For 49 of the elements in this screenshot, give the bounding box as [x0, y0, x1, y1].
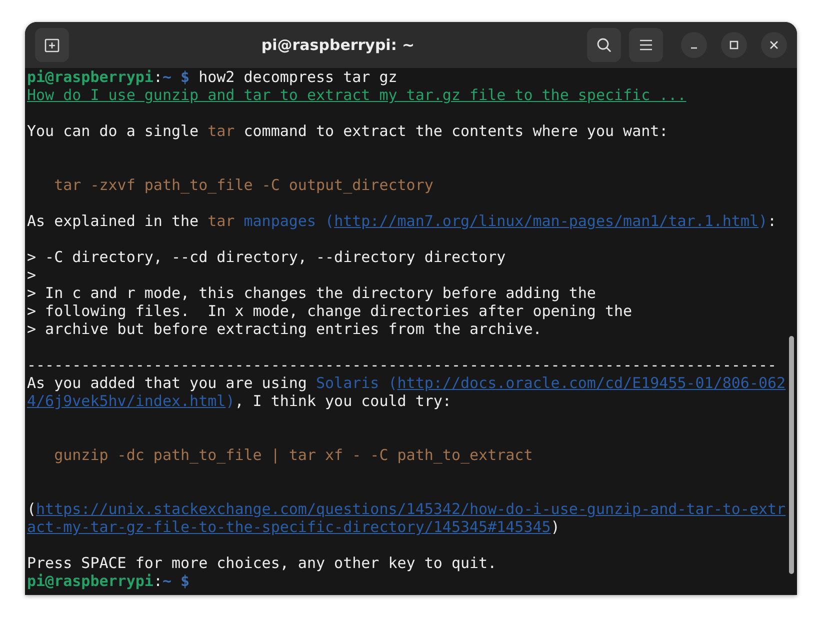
- url-link[interactable]: https://unix.stackexchange.com/questions/145342/how-do-i-use-gunzip-and-tar-to-extr: [36, 500, 786, 518]
- search-button[interactable]: [587, 28, 621, 62]
- terminal-text: >: [27, 266, 36, 284]
- terminal-text: -----------------------------------------------------------------------------------: [27, 356, 777, 374]
- prompt-user: pi@raspberrypi: [27, 572, 154, 590]
- terminal-text: > archive but before extracting entries from the archive.: [27, 320, 542, 338]
- prompt-path: ~ $: [162, 68, 190, 86]
- result-title-link[interactable]: How do I use gunzip and tar to extract my tar.gz file to the specific ...: [27, 86, 686, 104]
- maximize-icon: [729, 40, 739, 50]
- code-text: tar: [208, 122, 235, 140]
- reference-text: ): [226, 392, 235, 410]
- terminal-text: ): [550, 518, 560, 536]
- close-icon: [769, 40, 779, 50]
- terminal-text: > In c and r mode, this changes the directory before adding the: [27, 284, 596, 302]
- url-link[interactable]: 4/6j9vek5hv/index.html: [27, 392, 226, 410]
- code-text: tar -zxvf path_to_file -C output_directory: [53, 176, 434, 194]
- minimize-icon: [690, 47, 698, 49]
- reference-text: ): [758, 212, 768, 230]
- maximize-button[interactable]: [721, 32, 747, 58]
- url-link[interactable]: http://docs.oracle.com/cd/E19455-01/806-062: [397, 374, 786, 392]
- terminal-text: how2 decompress tar gz: [198, 68, 398, 86]
- terminal-text: You can do a single: [27, 122, 200, 140]
- url-link[interactable]: http://man7.org/linux/man-pages/man1/tar.1.html: [334, 212, 759, 230]
- url-link[interactable]: act-my-tar-gz-file-to-the-specific-directory/145345#145345: [27, 518, 551, 536]
- terminal-text: :: [768, 212, 777, 230]
- terminal-text: :: [153, 68, 162, 86]
- prompt-user: pi@raspberrypi: [27, 68, 154, 86]
- menu-icon: [639, 39, 653, 51]
- reference-text: manpages (: [242, 212, 334, 230]
- terminal-text: , I think you could try:: [234, 392, 452, 410]
- prompt-path: ~ $: [162, 572, 190, 590]
- terminal-text: command to extract the contents where you want:: [242, 122, 668, 140]
- terminal-text: (: [27, 500, 36, 518]
- close-button[interactable]: [761, 32, 787, 58]
- terminal-text: As explained in the: [27, 212, 200, 230]
- terminal-text: > -C directory, --cd directory, --directory directory: [27, 248, 506, 266]
- scrollbar-thumb[interactable]: [789, 336, 794, 574]
- reference-text: Solaris (: [316, 374, 398, 392]
- terminal-text: As you added that you are using: [27, 374, 308, 392]
- terminal-text: Press SPACE for more choices, any other key to quit.: [27, 554, 497, 572]
- terminal-text: > following files. In x mode, change directories after opening the: [27, 302, 632, 320]
- menu-button[interactable]: [629, 28, 663, 62]
- search-icon: [596, 37, 612, 53]
- new-tab-button[interactable]: [35, 28, 69, 62]
- new-tab-icon: [44, 37, 60, 53]
- code-text: tar: [208, 212, 235, 230]
- code-text: gunzip -dc path_to_file | tar xf - -C path_to_extract: [53, 446, 533, 464]
- terminal-text: :: [153, 572, 162, 590]
- window-title: pi@raspberrypi: ~: [260, 36, 416, 54]
